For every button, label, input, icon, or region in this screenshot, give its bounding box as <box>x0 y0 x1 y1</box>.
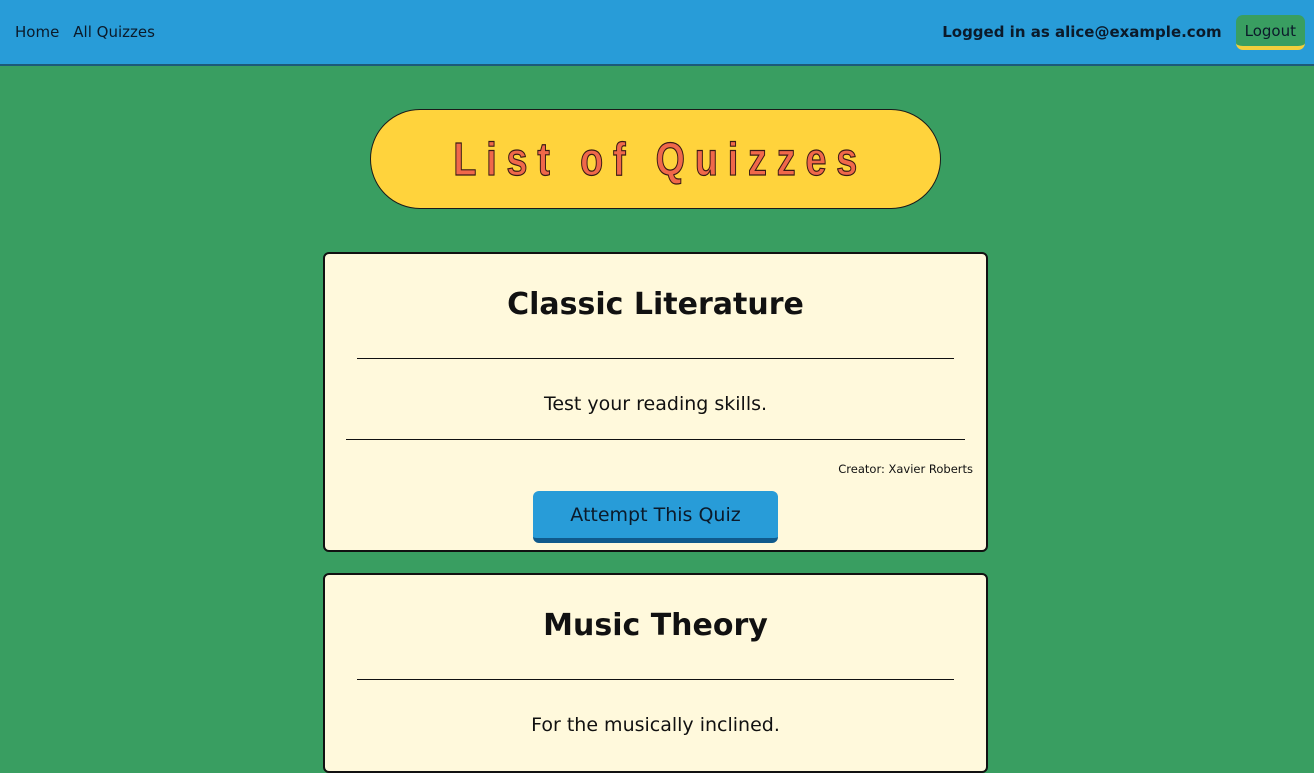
quiz-card: Music Theory For the musically inclined. <box>323 573 988 773</box>
quiz-title: Classic Literature <box>507 287 804 322</box>
title-divider <box>357 679 954 680</box>
quiz-description: Test your reading skills. <box>543 393 768 415</box>
logged-in-status: Logged in as alice@example.com <box>942 23 1222 41</box>
nav-all-quizzes-link[interactable]: All Quizzes <box>73 23 155 41</box>
quiz-card: Classic Literature Test your reading ski… <box>323 252 988 552</box>
top-navbar: Home All Quizzes Logged in as alice@exam… <box>0 0 1314 66</box>
nav-links: Home All Quizzes <box>15 0 155 64</box>
logout-button[interactable]: Logout <box>1235 14 1305 50</box>
quiz-creator: Creator: Xavier Roberts <box>838 462 973 476</box>
title-divider <box>357 358 954 359</box>
quiz-title: Music Theory <box>543 608 768 643</box>
user-area: Logged in as alice@example.com Logout <box>942 0 1305 64</box>
page-title-banner: List of Quizzes <box>370 109 941 209</box>
page-title: List of Quizzes <box>453 132 868 185</box>
description-divider <box>346 439 965 440</box>
nav-home-link[interactable]: Home <box>15 23 59 41</box>
quiz-description: For the musically inclined. <box>531 714 780 736</box>
attempt-quiz-button[interactable]: Attempt This Quiz <box>533 491 778 543</box>
